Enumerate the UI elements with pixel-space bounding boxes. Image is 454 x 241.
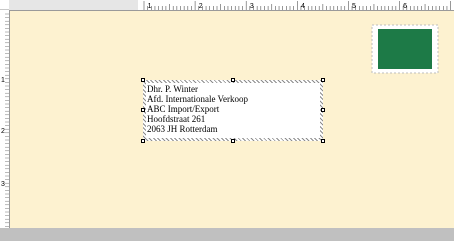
postage-stamp-icon[interactable] xyxy=(369,22,441,76)
ruler-number: 2 xyxy=(199,3,203,10)
ruler-number: 6 xyxy=(403,3,407,10)
ruler-number: 2 xyxy=(1,128,5,135)
ruler-number: 4 xyxy=(301,3,305,10)
horizontal-ruler[interactable]: 1 2 3 4 5 6 xyxy=(9,0,454,11)
status-bar xyxy=(0,228,454,241)
resize-handle-right[interactable] xyxy=(321,108,325,112)
address-line-company: ABC Import/Export xyxy=(147,104,220,114)
address-block: Dhr. P. Winter Afd. Internationale Verko… xyxy=(147,84,248,134)
ruler-number: 5 xyxy=(352,3,356,10)
resize-handle-bottom-right[interactable] xyxy=(321,139,325,143)
vertical-ruler-ticks: 1 2 3 xyxy=(1,13,9,231)
address-text-area[interactable]: Dhr. P. Winter Afd. Internationale Verko… xyxy=(146,83,320,138)
resize-handle-bottom[interactable] xyxy=(231,139,235,143)
address-line-street: Hoofdstraat 261 xyxy=(147,114,206,124)
resize-handle-top[interactable] xyxy=(231,78,235,82)
vertical-ruler[interactable]: 1 2 3 xyxy=(0,10,10,231)
address-line-city: 2063 JH Rotterdam xyxy=(147,124,218,134)
address-line-department: Afd. Internationale Verkoop xyxy=(147,94,249,104)
resize-handle-top-left[interactable] xyxy=(141,78,145,82)
ruler-number: 3 xyxy=(250,3,254,10)
resize-handle-top-right[interactable] xyxy=(321,78,325,82)
ruler-number: 1 xyxy=(148,3,152,10)
ruler-number: 3 xyxy=(1,181,5,188)
address-text-frame[interactable]: Dhr. P. Winter Afd. Internationale Verko… xyxy=(141,78,325,143)
resize-handle-left[interactable] xyxy=(141,108,145,112)
address-line-name: Dhr. P. Winter xyxy=(147,84,198,94)
horizontal-ruler-ticks: 1 2 3 4 5 6 xyxy=(143,1,451,10)
envelope-editor: 1 2 3 4 5 6 1 2 3 Dhr. P. Winter Afd. Internati… xyxy=(0,0,454,241)
resize-handle-bottom-left[interactable] xyxy=(141,139,145,143)
ruler-number: 1 xyxy=(1,77,5,84)
